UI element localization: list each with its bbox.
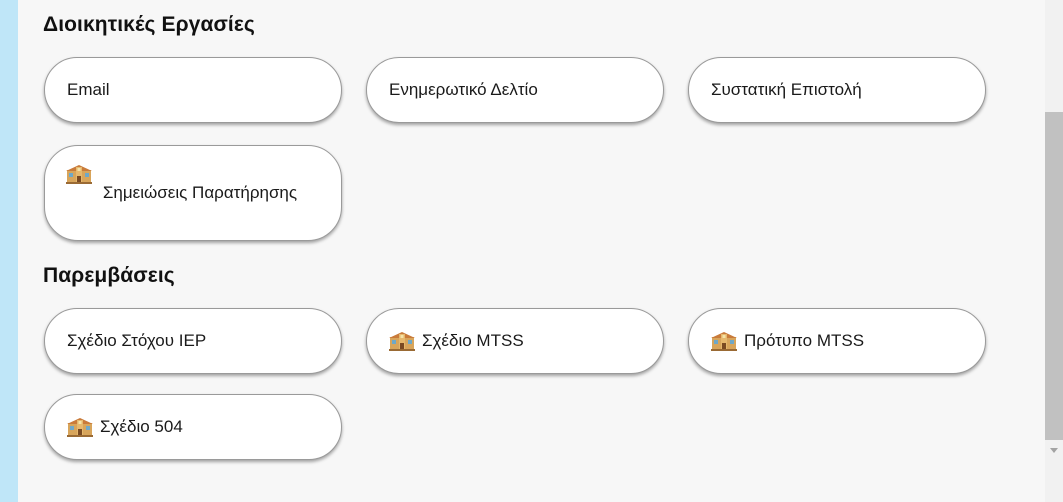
scroll-down-arrow-icon[interactable] <box>1050 448 1058 453</box>
iep-goal-plan-label: Σχέδιο Στόχου IEP <box>67 331 207 350</box>
scrollbar-thumb[interactable] <box>1045 112 1063 440</box>
vertical-scrollbar[interactable] <box>1045 0 1063 502</box>
mtss-template-button[interactable]: Πρότυπο MTSS <box>688 308 986 374</box>
email-label: Email <box>67 80 110 99</box>
observation-notes-button[interactable]: Σημειώσεις Παρατήρησης <box>44 145 342 241</box>
school-icon <box>66 164 92 184</box>
newsletter-button[interactable]: Ενημερωτικό Δελτίο <box>366 57 664 123</box>
school-icon <box>67 417 93 437</box>
observation-notes-label: Σημειώσεις Παρατήρησης <box>102 183 298 203</box>
mtss-plan-label: Σχέδιο MTSS <box>422 331 524 350</box>
section-title-admin: Διοικητικές Εργασίες <box>43 13 255 36</box>
recommendation-letter-button[interactable]: Συστατική Επιστολή <box>688 57 986 123</box>
newsletter-label: Ενημερωτικό Δελτίο <box>389 80 538 99</box>
email-button[interactable]: Email <box>44 57 342 123</box>
mtss-plan-button[interactable]: Σχέδιο MTSS <box>366 308 664 374</box>
section-title-interventions: Παρεμβάσεις <box>43 264 175 287</box>
plan-504-button[interactable]: Σχέδιο 504 <box>44 394 342 460</box>
iep-goal-plan-button[interactable]: Σχέδιο Στόχου IEP <box>44 308 342 374</box>
mtss-template-label: Πρότυπο MTSS <box>744 331 865 350</box>
recommendation-letter-label: Συστατική Επιστολή <box>711 80 862 99</box>
plan-504-label: Σχέδιο 504 <box>100 417 183 436</box>
school-icon <box>711 331 737 351</box>
school-icon <box>389 331 415 351</box>
